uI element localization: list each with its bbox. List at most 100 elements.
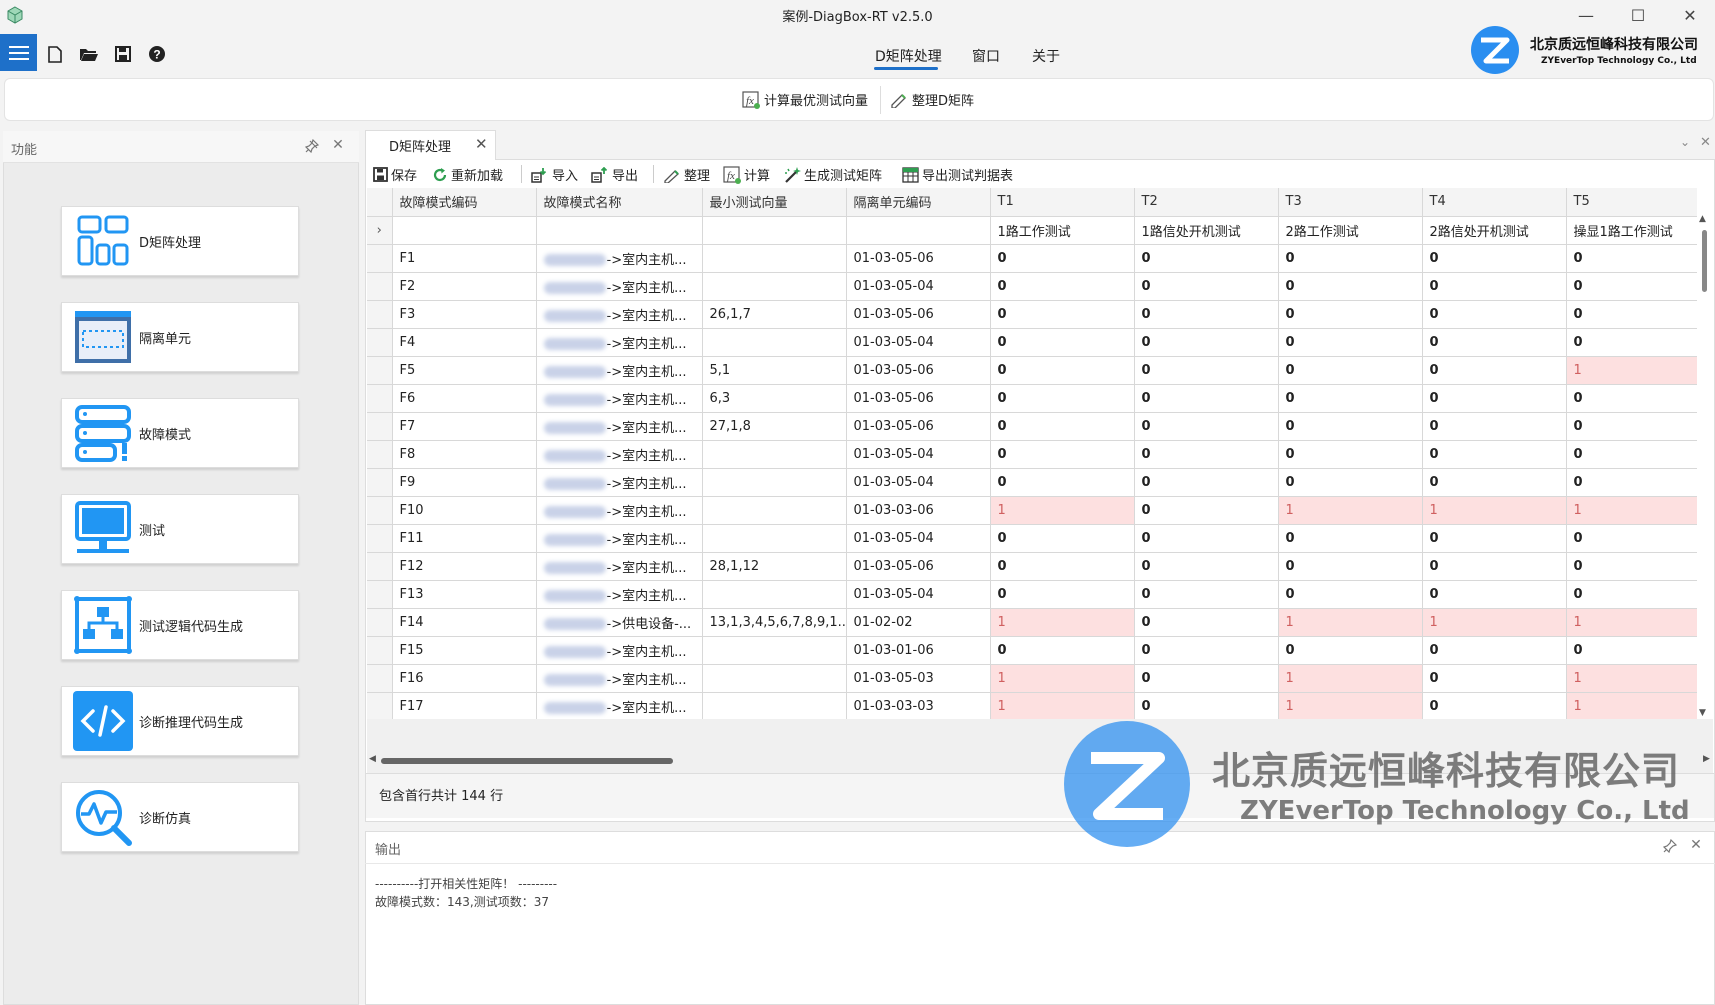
test-value-cell[interactable]: 0 xyxy=(1422,440,1567,469)
table-row[interactable]: F10 ->室内主机... 01-03-03-06 1 0 1 1 1 xyxy=(367,496,1697,525)
table-row[interactable]: F6 ->室内主机... 6,3 01-03-05-06 0 0 0 0 0 xyxy=(367,384,1697,413)
fault-name-cell[interactable]: ->室内主机... xyxy=(536,468,703,497)
import-button[interactable]: 导入 xyxy=(531,165,578,184)
test-value-cell[interactable]: 0 xyxy=(1134,468,1279,497)
minimize-button[interactable]: — xyxy=(1563,0,1609,30)
table-row[interactable]: F7 ->室内主机... 27,1,8 01-03-05-06 0 0 0 0 0 xyxy=(367,412,1697,441)
test-value-cell[interactable]: 0 xyxy=(1566,440,1697,469)
col-header-t4[interactable]: T4 xyxy=(1422,188,1567,217)
scroll-up-arrow-icon[interactable]: ▲ xyxy=(1699,214,1706,224)
table-row[interactable]: F14 ->供电设备-... 13,1,3,4,5,6,7,8,9,1... 01-0… xyxy=(367,608,1697,637)
test-value-cell[interactable]: 0 xyxy=(990,356,1135,385)
menu-hamburger-button[interactable] xyxy=(0,34,37,71)
test-value-cell[interactable]: 0 xyxy=(1566,300,1697,329)
col-header-t5[interactable]: T5 xyxy=(1566,188,1697,217)
fault-name-cell[interactable]: ->室内主机... xyxy=(536,384,703,413)
vertical-scrollbar[interactable]: ▲ ▼ xyxy=(1697,214,1711,718)
test-value-cell[interactable]: 0 xyxy=(1134,412,1279,441)
unit-code-cell[interactable]: 01-03-03-06 xyxy=(846,496,991,525)
generate-test-matrix-button[interactable]: 生成测试矩阵 xyxy=(783,165,882,184)
fault-code-cell[interactable]: F16 xyxy=(392,664,537,693)
test-value-cell[interactable]: 0 xyxy=(990,244,1135,273)
test-value-cell[interactable]: 0 xyxy=(990,300,1135,329)
unit-code-cell[interactable]: 01-03-05-04 xyxy=(846,440,991,469)
min-vector-cell[interactable] xyxy=(702,328,847,357)
export-criteria-table-button[interactable]: 导出测试判据表 xyxy=(902,165,1013,184)
test-value-cell[interactable]: 0 xyxy=(1278,468,1423,497)
test-value-cell[interactable]: 0 xyxy=(1566,580,1697,609)
row-selector[interactable] xyxy=(367,496,393,525)
close-doc-area-icon[interactable]: ✕ xyxy=(1700,135,1711,150)
test-value-cell[interactable]: 0 xyxy=(1278,580,1423,609)
test-value-cell[interactable]: 1 xyxy=(1566,692,1697,719)
test-value-cell[interactable]: 1 xyxy=(1422,608,1567,637)
table-row[interactable]: F9 ->室内主机... 01-03-05-04 0 0 0 0 0 xyxy=(367,468,1697,497)
card-test-logic-codegen[interactable]: 测试逻辑代码生成 xyxy=(61,590,299,660)
card-diag-simulation[interactable]: 诊断仿真 xyxy=(61,782,299,852)
test-value-cell[interactable]: 0 xyxy=(1422,384,1567,413)
test-value-cell[interactable]: 0 xyxy=(1278,300,1423,329)
fault-name-cell[interactable]: ->室内主机... xyxy=(536,692,703,719)
col-header-t3[interactable]: T3 xyxy=(1278,188,1423,217)
test-value-cell[interactable]: 0 xyxy=(1134,608,1279,637)
tab-about[interactable]: 关于 xyxy=(1032,46,1060,66)
table-row[interactable]: F15 ->室内主机... 01-03-01-06 0 0 0 0 0 xyxy=(367,636,1697,665)
fault-code-cell[interactable]: F17 xyxy=(392,692,537,719)
test-value-cell[interactable]: 0 xyxy=(990,384,1135,413)
test-value-cell[interactable]: 0 xyxy=(1134,440,1279,469)
test-value-cell[interactable]: 0 xyxy=(1134,664,1279,693)
help-button[interactable]: ? xyxy=(147,44,167,64)
reload-button[interactable]: 重新加载 xyxy=(432,165,503,184)
unit-code-cell[interactable]: 01-02-02 xyxy=(846,608,991,637)
unit-code-cell[interactable]: 01-03-01-06 xyxy=(846,636,991,665)
test-value-cell[interactable]: 0 xyxy=(1566,552,1697,581)
fault-name-cell[interactable]: ->室内主机... xyxy=(536,300,703,329)
row-selector[interactable] xyxy=(367,384,393,413)
export-button[interactable]: 导出 xyxy=(591,165,638,184)
row-selector[interactable] xyxy=(367,664,393,693)
test-value-cell[interactable]: 0 xyxy=(990,272,1135,301)
fault-code-cell[interactable]: F3 xyxy=(392,300,537,329)
grid-cell[interactable]: 2路信处开机测试 xyxy=(1422,216,1567,245)
min-vector-cell[interactable] xyxy=(702,664,847,693)
organize-d-matrix-button[interactable]: 整理D矩阵 xyxy=(890,90,974,109)
test-value-cell[interactable]: 0 xyxy=(1278,636,1423,665)
test-value-cell[interactable]: 0 xyxy=(1422,524,1567,553)
grid-cell[interactable]: 操显1路工作测试 xyxy=(1566,216,1697,245)
test-value-cell[interactable]: 0 xyxy=(1566,384,1697,413)
fault-code-cell[interactable]: F5 xyxy=(392,356,537,385)
test-value-cell[interactable]: 0 xyxy=(1278,384,1423,413)
pin-icon[interactable] xyxy=(1662,838,1678,854)
test-value-cell[interactable]: 0 xyxy=(990,552,1135,581)
test-value-cell[interactable]: 0 xyxy=(1422,552,1567,581)
card-fault-mode[interactable]: 故障模式 xyxy=(61,398,299,468)
test-value-cell[interactable]: 0 xyxy=(1566,328,1697,357)
compute-button[interactable]: fx 计算 xyxy=(723,165,770,184)
pin-icon[interactable] xyxy=(304,138,320,154)
min-vector-cell[interactable] xyxy=(702,692,847,719)
close-window-button[interactable]: ✕ xyxy=(1667,0,1713,30)
test-value-cell[interactable]: 0 xyxy=(990,468,1135,497)
grid-cell[interactable] xyxy=(702,216,847,245)
organize-button[interactable]: 整理 xyxy=(663,165,710,184)
chevron-down-icon[interactable]: ⌄ xyxy=(1680,135,1690,149)
test-value-cell[interactable]: 1 xyxy=(1566,356,1697,385)
test-value-cell[interactable]: 1 xyxy=(1278,496,1423,525)
unit-code-cell[interactable]: 01-03-05-06 xyxy=(846,412,991,441)
fault-code-cell[interactable]: F4 xyxy=(392,328,537,357)
unit-code-cell[interactable]: 01-03-05-06 xyxy=(846,300,991,329)
row-selector[interactable] xyxy=(367,412,393,441)
test-value-cell[interactable]: 0 xyxy=(1278,524,1423,553)
test-value-cell[interactable]: 0 xyxy=(1422,244,1567,273)
fault-code-cell[interactable]: F9 xyxy=(392,468,537,497)
vertical-scroll-thumb[interactable] xyxy=(1702,230,1707,292)
unit-code-cell[interactable]: 01-03-05-06 xyxy=(846,356,991,385)
test-value-cell[interactable]: 0 xyxy=(1134,524,1279,553)
fault-code-cell[interactable]: F11 xyxy=(392,524,537,553)
test-value-cell[interactable]: 1 xyxy=(1566,664,1697,693)
test-value-cell[interactable]: 1 xyxy=(990,692,1135,719)
close-output-icon[interactable]: ✕ xyxy=(1688,837,1704,853)
test-value-cell[interactable]: 0 xyxy=(1422,636,1567,665)
test-value-cell[interactable]: 1 xyxy=(1278,608,1423,637)
test-value-cell[interactable]: 0 xyxy=(1134,692,1279,719)
